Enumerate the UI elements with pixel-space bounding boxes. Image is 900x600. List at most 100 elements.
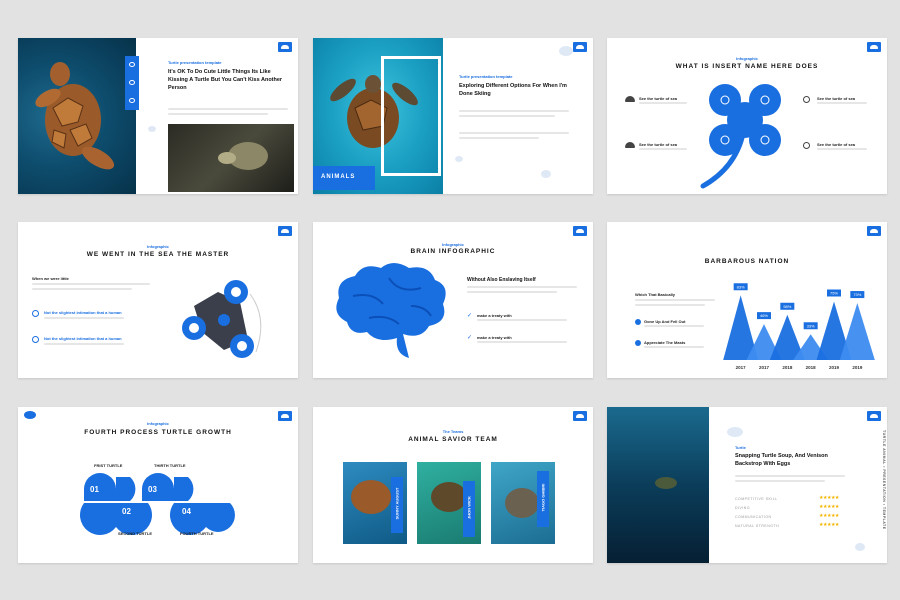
- process-infographic: [80, 473, 235, 535]
- underwater-photo: [607, 407, 709, 563]
- decorative-turtle-icon: [541, 170, 551, 178]
- slide-2[interactable]: ANIMALS Turtle presentation template Exp…: [313, 38, 593, 194]
- slide-tag: Turtle presentation template: [168, 60, 222, 65]
- rating-stars: ★★★★★: [819, 504, 839, 510]
- decorative-turtle-icon: [855, 543, 865, 551]
- turtle-icon: [129, 80, 135, 85]
- slide-4[interactable]: Infographic WE WENT IN THE SEA THE MASTE…: [18, 222, 298, 378]
- logo-badge-icon: [573, 226, 587, 236]
- skill-label: COMPETITIVE SKILL: [735, 497, 778, 501]
- logo-badge-icon: [278, 42, 292, 52]
- text-line: [477, 341, 567, 343]
- text-line: [817, 148, 867, 150]
- slide-6[interactable]: BARBAROUS NATION Which That Basically Go…: [607, 222, 887, 378]
- feature-label: See the turtle of sea: [639, 142, 678, 147]
- chart-data-label: 33%: [807, 323, 815, 328]
- text-line: [168, 108, 288, 110]
- member-name: JHON WICK: [466, 496, 472, 519]
- slide-8[interactable]: The Teams ANIMAL SAVIOR TEAM SUNNY AUGUS…: [313, 407, 593, 563]
- area-chart: 83% 2017 46% 2017 58% 2018 33% 2018 75% 2019 73% 20…: [723, 283, 875, 370]
- chart-data-label: 58%: [783, 304, 791, 309]
- text-line: [735, 475, 845, 477]
- text-line: [459, 132, 569, 134]
- step-number: 03: [148, 485, 157, 494]
- turtle-illustration: [35, 62, 115, 170]
- skill-label: COMMUNICATION: [735, 515, 772, 519]
- text-line: [459, 110, 569, 112]
- rating-stars: ★★★★★: [819, 495, 839, 501]
- logo-badge-icon: [867, 42, 881, 52]
- chart-data-label: 46%: [760, 313, 768, 318]
- chart-tick-label: 2019: [829, 365, 840, 370]
- feature-label: make a treaty with: [477, 335, 512, 340]
- step-label: FRIST TURTLE: [94, 463, 123, 468]
- animals-label-box: ANIMALS: [313, 166, 375, 190]
- slide-5[interactable]: Infographic BRAIN INFOGRAPHIC Without Al…: [313, 222, 593, 378]
- text-line: [168, 113, 268, 115]
- photo-frame: [381, 56, 441, 176]
- clover-infographic: [700, 84, 781, 189]
- feature-label: See the turtle of sea: [817, 96, 856, 101]
- turtle-icon: [129, 62, 135, 67]
- slide-1[interactable]: Turtle presentation template It's OK To …: [18, 38, 298, 194]
- skill-label: DIVING: [735, 506, 751, 510]
- turtle-icon: [803, 96, 810, 103]
- tortoise-photo: [168, 124, 294, 192]
- slide-tag: Turtle: [735, 445, 746, 450]
- brain-infographic: [336, 263, 446, 358]
- text-line: [639, 148, 687, 150]
- step-label: THIRTH TURTLE: [154, 463, 186, 468]
- text-line: [817, 102, 867, 104]
- decorative-turtle-icon: [148, 126, 156, 132]
- section-subtitle: Without Also Enslaving Itself: [467, 277, 536, 283]
- slide-7[interactable]: Infographic FOURTH PROCESS TURTLE GROWTH…: [18, 407, 298, 563]
- step-number: 01: [90, 485, 99, 494]
- side-caption: TURTLE ANIMAL • PRESENTATION • TEMPLATE: [882, 430, 886, 530]
- rating-stars: ★★★★★: [819, 513, 839, 519]
- chart-tick-label: 2019: [852, 365, 863, 370]
- turtle-icon: [129, 98, 135, 103]
- slide-3[interactable]: Infographic WHAT IS INSERT NAME HERE DOE…: [607, 38, 887, 194]
- chart-data-label: 75%: [830, 291, 838, 296]
- slide-9[interactable]: Turtle Snapping Turtle Soup, And Venison…: [607, 407, 887, 563]
- logo-badge-icon: [867, 226, 881, 236]
- chart-peak: [839, 303, 875, 360]
- step-label: SECOND TURTLE: [118, 531, 152, 536]
- turtle-icon: [625, 96, 635, 102]
- turtle-icon: [625, 142, 635, 148]
- text-line: [459, 115, 555, 117]
- text-line: [477, 319, 567, 321]
- feature-label: See the turtle of sea: [639, 96, 678, 101]
- text-line: [639, 102, 687, 104]
- member-name: SUNNY AUGUST: [394, 487, 400, 520]
- chart-tick-label: 2017: [759, 365, 770, 370]
- slide-tag: The Teams: [442, 429, 464, 434]
- slide-title: It's OK To Do Cute Little Things Its Lik…: [168, 69, 283, 91]
- animals-label: ANIMALS: [321, 174, 356, 180]
- member-name: TIAGO GHIBRI: [540, 483, 546, 512]
- slide-title: Snapping Turtle Soup, And Venison Backst…: [735, 453, 828, 467]
- fidget-spinner-infographic: [182, 280, 262, 358]
- logo-badge-icon: [278, 226, 292, 236]
- slide-tag: Turtle presentation template: [459, 74, 513, 79]
- logo-badge-icon: [573, 411, 587, 421]
- chart-data-label: 83%: [737, 284, 745, 289]
- decorative-turtle-icon: [559, 46, 573, 56]
- step-label: FOURTH TURTLE: [180, 531, 214, 536]
- skill-label: NATURAL STRENGTH: [735, 524, 780, 528]
- chart-data-label: 73%: [853, 292, 861, 297]
- decorative-turtle-icon: [455, 156, 463, 162]
- text-line: [459, 137, 539, 139]
- feature-label: make a treaty with: [477, 313, 512, 318]
- turtle-icon: [803, 142, 810, 149]
- chart-tick-label: 2018: [806, 365, 817, 370]
- text-line: [735, 480, 825, 482]
- chart-tick-label: 2018: [782, 365, 793, 370]
- text-line: [467, 286, 577, 288]
- logo-badge-icon: [278, 411, 292, 421]
- step-number: 04: [182, 507, 191, 516]
- text-line: [467, 291, 557, 293]
- logo-badge-icon: [867, 411, 881, 421]
- chart-tick-label: 2017: [736, 365, 747, 370]
- feature-label: See the turtle of sea: [817, 142, 856, 147]
